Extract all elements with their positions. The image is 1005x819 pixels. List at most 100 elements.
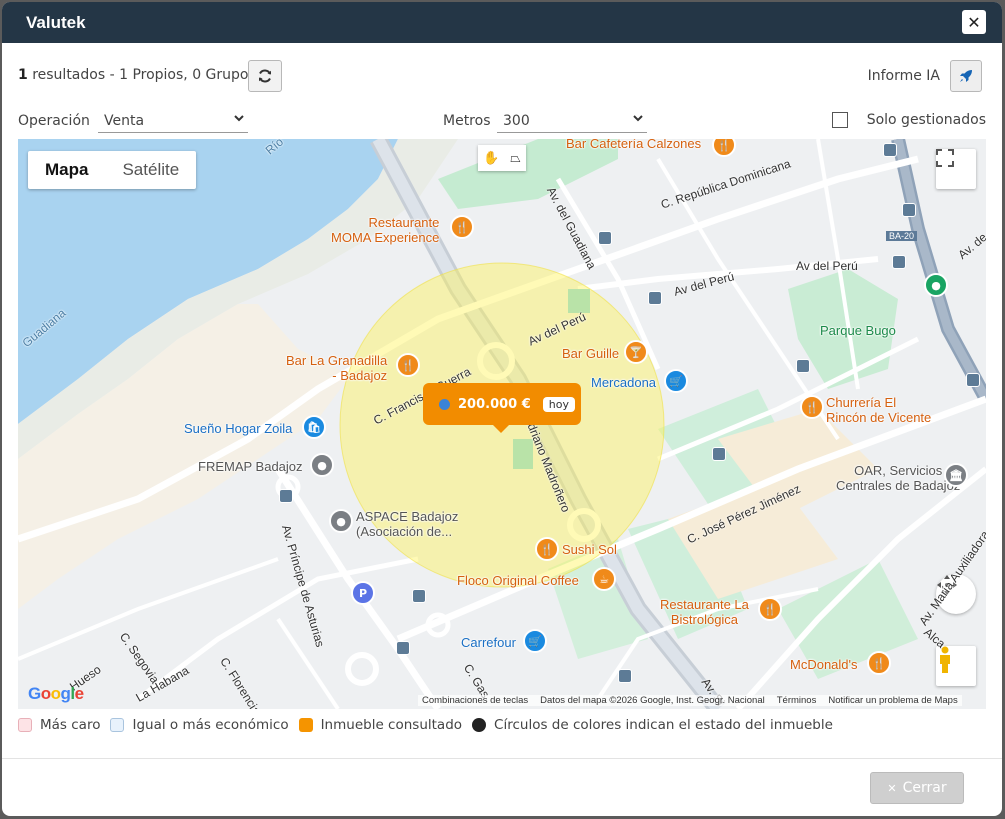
shopping-cart-icon[interactable]: 🛒: [664, 369, 688, 393]
bus-stop-icon[interactable]: [883, 143, 897, 157]
place-label[interactable]: Bar Guille: [562, 346, 619, 361]
operacion-value: Venta: [104, 113, 145, 129]
close-button-label: Cerrar: [902, 780, 947, 796]
polygon-draw-icon[interactable]: ⏢: [510, 151, 520, 166]
place-label[interactable]: Bar La Granadilla - Badajoz: [286, 353, 387, 383]
place-label[interactable]: Carrefour: [461, 635, 516, 650]
bus-stop-icon[interactable]: [796, 359, 810, 373]
map-view[interactable]: Mapa Satélite ✋ ⏢ C. República Dominican…: [18, 139, 986, 709]
legend-swatch: [110, 718, 125, 732]
metros-label: Metros: [443, 113, 491, 129]
restaurant-icon[interactable]: 🍴: [535, 537, 559, 561]
bus-stop-icon[interactable]: [966, 373, 980, 387]
map-type-map-button[interactable]: Mapa: [28, 151, 105, 189]
modal-titlebar: Valutek ✕: [2, 2, 1002, 43]
close-button[interactable]: ✕ Cerrar: [870, 772, 964, 804]
place-label[interactable]: FREMAP Badajoz: [198, 459, 303, 474]
place-label[interactable]: Bar Cafetería Calzones: [566, 139, 701, 151]
bus-stop-icon[interactable]: [598, 231, 612, 245]
bus-stop-icon[interactable]: [902, 203, 916, 217]
restaurant-icon[interactable]: 🍴: [800, 395, 824, 419]
place-label[interactable]: Churrería El Rincón de Vicente: [826, 395, 931, 425]
metros-select[interactable]: 300: [497, 108, 647, 133]
hand-icon[interactable]: ✋: [483, 151, 499, 166]
informe-ia-label: Informe IA: [867, 68, 940, 84]
bus-stop-icon[interactable]: [892, 255, 906, 269]
government-building-icon[interactable]: 🏛: [944, 463, 968, 487]
legend-swatch: [298, 718, 313, 732]
report-problem-link[interactable]: Notificar un problema de Maps: [828, 695, 957, 706]
place-label[interactable]: McDonald's: [790, 657, 858, 672]
legend-label: Más caro: [40, 717, 101, 733]
restaurant-icon[interactable]: 🍴: [867, 651, 891, 675]
map-type-satellite-button[interactable]: Satélite: [105, 151, 196, 189]
restaurant-icon[interactable]: 🍴: [758, 597, 782, 621]
place-label[interactable]: Restaurante La Bistrológica: [660, 597, 749, 627]
legend-item: Igual o más económico: [110, 717, 289, 733]
bar-icon[interactable]: 🍸: [624, 340, 648, 364]
place-label[interactable]: Parque Bugo: [820, 323, 896, 338]
bus-stop-icon[interactable]: [396, 641, 410, 655]
operacion-select[interactable]: Venta: [98, 108, 248, 133]
place-label[interactable]: Sueño Hogar Zoila: [184, 421, 292, 436]
fullscreen-button[interactable]: [936, 149, 976, 189]
bus-stop-icon[interactable]: [412, 589, 426, 603]
location-pin-icon[interactable]: ●: [310, 453, 334, 477]
place-label[interactable]: Sushi Sol: [562, 542, 617, 557]
map-type-control: Mapa Satélite: [28, 151, 197, 189]
chevron-down-icon: [234, 115, 244, 122]
chevron-down-icon: [633, 115, 643, 122]
legend-label: Círculos de colores indican el estado de…: [494, 717, 833, 733]
legend-swatch: [18, 718, 32, 732]
modal-dialog: Valutek ✕ 1 resultados - 1 Propios, 0 Gr…: [2, 2, 1002, 816]
modal-title: Valutek: [26, 12, 86, 32]
coffee-icon[interactable]: ☕: [592, 567, 616, 591]
solo-gestionados-label: Solo gestionados: [866, 112, 986, 128]
map-data-text: Datos del mapa ©2026 Google, Inst. Geogr…: [540, 695, 765, 706]
street-view-pegman-button[interactable]: [936, 646, 976, 686]
informe-ia-button[interactable]: [950, 60, 982, 92]
metros-value: 300: [503, 113, 530, 129]
place-label[interactable]: Mercadona: [591, 375, 656, 390]
green-location-pin-icon[interactable]: ●: [924, 273, 948, 297]
bus-stop-icon[interactable]: [712, 447, 726, 461]
bus-stop-icon[interactable]: [648, 291, 662, 305]
place-label[interactable]: Floco Original Coffee: [457, 573, 579, 588]
road-shield: BA-20: [886, 231, 918, 241]
legend-item: Más caro: [18, 717, 100, 733]
parking-icon[interactable]: P: [351, 581, 375, 605]
location-pin-icon[interactable]: ●: [329, 509, 353, 533]
property-price: 200.000 €: [458, 396, 531, 412]
solo-gestionados-checkbox[interactable]: [832, 112, 848, 128]
place-label[interactable]: Restaurante MOMA Experience: [331, 215, 439, 245]
map-legend: Más caro Igual o más económico Inmueble …: [18, 714, 843, 736]
legend-label: Inmueble consultado: [320, 717, 463, 733]
terms-link[interactable]: Términos: [777, 695, 817, 706]
results-summary: 1 resultados - 1 Propios, 0 Grupo: [18, 67, 248, 83]
google-logo: Google: [28, 684, 84, 703]
restaurant-icon[interactable]: 🍴: [396, 353, 420, 377]
refresh-icon: [259, 69, 271, 83]
rocket-icon: [960, 70, 972, 82]
place-label[interactable]: ASPACE Badajoz (Asociación de...: [356, 509, 458, 539]
operacion-label: Operación: [18, 113, 90, 129]
map-attribution: Combinaciones de teclas Datos del mapa ©…: [418, 695, 962, 706]
legend-label: Igual o más económico: [132, 717, 289, 733]
status-dot: [439, 398, 450, 410]
footer-divider: [2, 758, 1002, 759]
refresh-button[interactable]: [248, 60, 282, 92]
close-icon-button[interactable]: ✕: [962, 10, 986, 34]
shopping-cart-icon[interactable]: 🛒: [523, 629, 547, 653]
shop-icon[interactable]: 🛍: [302, 415, 326, 439]
bus-stop-icon[interactable]: [279, 489, 293, 503]
legend-item: Círculos de colores indican el estado de…: [472, 717, 833, 733]
restaurant-icon[interactable]: 🍴: [450, 215, 474, 239]
street-label: Av del Perú: [796, 259, 858, 273]
results-text: resultados - 1 Propios, 0 Grupo: [27, 67, 249, 83]
property-price-marker[interactable]: 200.000 € hoy: [423, 383, 581, 433]
legend-swatch: [472, 718, 487, 732]
place-label[interactable]: OAR, Servicios Centrales de Badajoz: [836, 463, 960, 493]
keyboard-shortcuts-link[interactable]: Combinaciones de teclas: [422, 695, 528, 706]
drawing-tools: ✋ ⏢: [478, 145, 526, 171]
bus-stop-icon[interactable]: [618, 669, 632, 683]
